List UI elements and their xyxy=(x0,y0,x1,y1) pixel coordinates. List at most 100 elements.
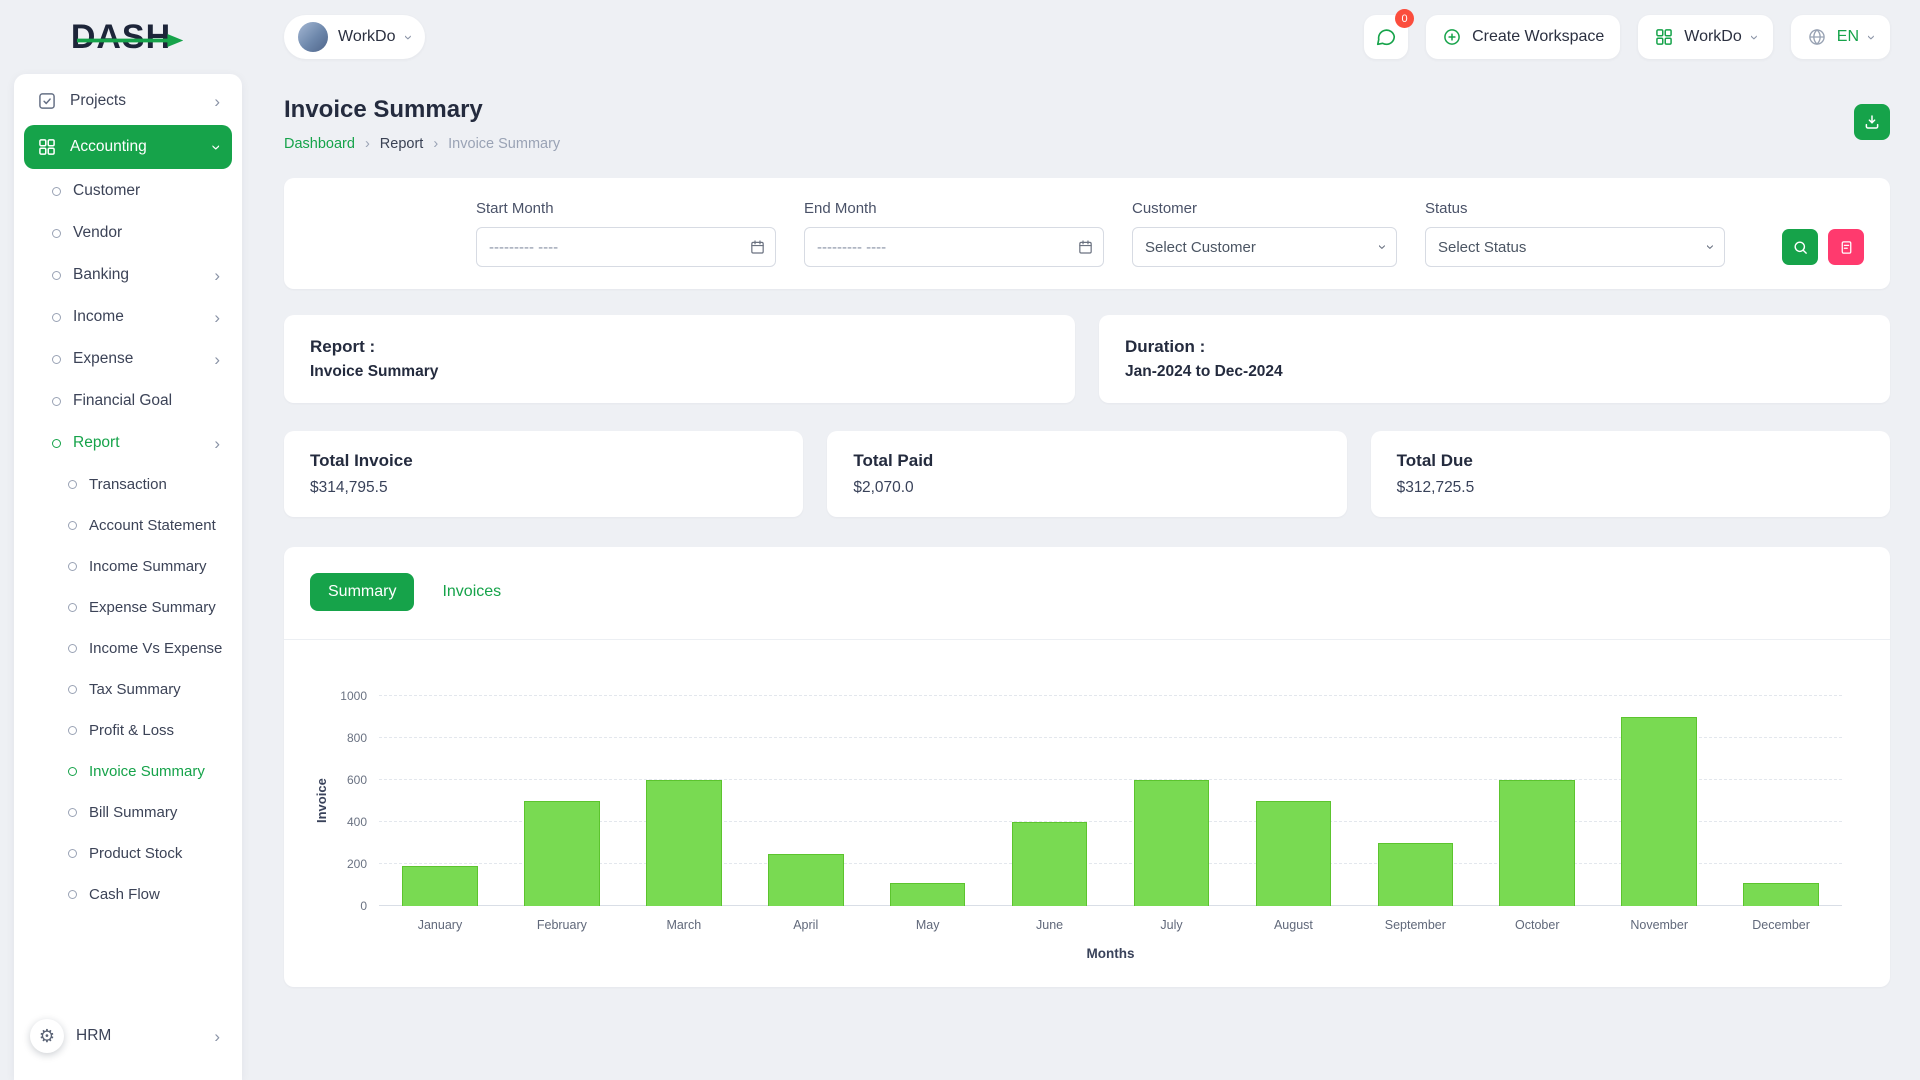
end-month-label: End Month xyxy=(804,200,1104,217)
bar-march[interactable] xyxy=(646,780,722,906)
language-button[interactable]: EN › xyxy=(1791,15,1890,59)
sidebar-item-income[interactable]: Income› xyxy=(24,297,232,337)
grid-icon xyxy=(36,136,58,158)
chevron-right-icon: › xyxy=(214,1028,220,1045)
sidebar-item-income-summary[interactable]: Income Summary xyxy=(24,547,232,586)
sidebar-item-expense[interactable]: Expense› xyxy=(24,339,232,379)
bullet-icon xyxy=(68,521,77,530)
sidebar-item-hrm[interactable]: ⚙HRM› xyxy=(24,1008,232,1064)
bar-june[interactable] xyxy=(1012,822,1088,906)
sidebar-item-account-statement[interactable]: Account Statement xyxy=(24,506,232,545)
sidebar-item-customer[interactable]: Customer xyxy=(24,171,232,211)
sidebar-item-projects[interactable]: Projects› xyxy=(24,79,232,123)
status-select[interactable]: Select Status xyxy=(1425,227,1725,267)
workspace-menu-button[interactable]: WorkDo › xyxy=(1638,15,1773,59)
sidebar-item-banking[interactable]: Banking› xyxy=(24,255,232,295)
sidebar-item-income-vs-expense[interactable]: Income Vs Expense xyxy=(24,629,232,668)
sidebar-item-transaction[interactable]: Transaction xyxy=(24,465,232,504)
sidebar-item-label: Income xyxy=(73,308,124,326)
workspace-selector[interactable]: WorkDo › xyxy=(284,15,425,59)
sidebar-item-profit-loss[interactable]: Profit & Loss xyxy=(24,711,232,750)
download-button[interactable] xyxy=(1854,104,1890,140)
bar-july[interactable] xyxy=(1134,780,1210,906)
search-button[interactable] xyxy=(1782,229,1818,265)
start-month-label: Start Month xyxy=(476,200,776,217)
customer-select[interactable]: Select Customer xyxy=(1132,227,1397,267)
globe-icon xyxy=(1807,27,1827,47)
sidebar-item-cash-flow[interactable]: Cash Flow xyxy=(24,875,232,914)
breadcrumb-item-report[interactable]: Report xyxy=(380,136,424,152)
end-month-field: End Month xyxy=(804,200,1104,267)
sidebar-item-label: Invoice Summary xyxy=(89,763,205,780)
bar-august[interactable] xyxy=(1256,801,1332,906)
sidebar-item-label: Report xyxy=(73,434,120,452)
bar-september[interactable] xyxy=(1378,843,1454,906)
sidebar-item-financial-goal[interactable]: Financial Goal xyxy=(24,381,232,421)
bar-december[interactable] xyxy=(1743,883,1819,906)
chevron-down-icon: › xyxy=(401,35,416,40)
bullet-icon xyxy=(52,313,61,322)
sidebar-item-product-stock[interactable]: Product Stock xyxy=(24,834,232,873)
sidebar-item-expense-summary[interactable]: Expense Summary xyxy=(24,588,232,627)
x-axis-label: May xyxy=(867,918,989,932)
app-logo-text: DASH xyxy=(71,18,171,56)
bullet-icon xyxy=(52,229,61,238)
sidebar-item-label: Bill Summary xyxy=(89,804,177,821)
chevron-right-icon: › xyxy=(214,435,220,452)
sidebar-item-report[interactable]: Report › xyxy=(24,423,232,463)
create-workspace-label: Create Workspace xyxy=(1472,28,1604,46)
bar-slot xyxy=(989,696,1111,906)
main-content: WorkDo › 0 Create Workspace WorkDo › EN … xyxy=(242,0,1920,987)
sidebar-item-tax-summary[interactable]: Tax Summary xyxy=(24,670,232,709)
total-card-total-invoice: Total Invoice$314,795.5 xyxy=(284,431,803,517)
total-card-value: $312,725.5 xyxy=(1397,479,1864,497)
sidebar-item-invoice-summary[interactable]: Invoice Summary xyxy=(24,752,232,791)
total-card-total-due: Total Due$312,725.5 xyxy=(1371,431,1890,517)
filter-actions xyxy=(1782,229,1864,265)
reset-button[interactable] xyxy=(1828,229,1864,265)
create-workspace-button[interactable]: Create Workspace xyxy=(1426,15,1620,59)
bar-april[interactable] xyxy=(768,854,844,907)
sidebar-item-label: Accounting xyxy=(70,138,147,156)
bullet-icon xyxy=(68,849,77,858)
end-month-input[interactable] xyxy=(804,227,1104,267)
page-head: Invoice Summary Dashboard›Report›Invoice… xyxy=(284,96,1890,152)
bullet-icon xyxy=(52,355,61,364)
bar-october[interactable] xyxy=(1499,780,1575,906)
sidebar-item-bill-summary[interactable]: Bill Summary xyxy=(24,793,232,832)
bullet-icon xyxy=(68,767,77,776)
bar-slot xyxy=(1111,696,1233,906)
bar-january[interactable] xyxy=(402,866,478,906)
bar-slot xyxy=(501,696,623,906)
workspace-avatar xyxy=(298,22,328,52)
app-logo[interactable]: DASH xyxy=(0,0,242,74)
bar-slot xyxy=(1476,696,1598,906)
page-title: Invoice Summary xyxy=(284,96,560,124)
tab-invoices[interactable]: Invoices xyxy=(424,573,519,611)
bar-may[interactable] xyxy=(890,883,966,906)
breadcrumb-item-dashboard[interactable]: Dashboard xyxy=(284,136,355,152)
breadcrumb-separator-icon: › xyxy=(433,136,438,152)
chart-card: SummaryInvoices Invoice 0200400600800100… xyxy=(284,547,1890,987)
total-card-label: Total Paid xyxy=(853,451,1320,471)
bullet-icon xyxy=(68,644,77,653)
grid-icon xyxy=(1654,27,1674,47)
sidebar-item-accounting[interactable]: Accounting› xyxy=(24,125,232,169)
start-month-input[interactable] xyxy=(476,227,776,267)
bar-slot xyxy=(1354,696,1476,906)
workspace-menu-label: WorkDo xyxy=(1684,28,1742,46)
language-label: EN xyxy=(1837,28,1859,46)
tab-summary[interactable]: Summary xyxy=(310,573,414,611)
sidebar-item-label: Financial Goal xyxy=(73,392,172,410)
sidebar-item-vendor[interactable]: Vendor xyxy=(24,213,232,253)
x-axis-label: April xyxy=(745,918,867,932)
bar-november[interactable] xyxy=(1621,717,1697,906)
bullet-icon xyxy=(52,439,61,448)
page-title-block: Invoice Summary Dashboard›Report›Invoice… xyxy=(284,96,560,152)
bullet-icon xyxy=(68,890,77,899)
bar-february[interactable] xyxy=(524,801,600,906)
total-card-total-paid: Total Paid$2,070.0 xyxy=(827,431,1346,517)
sidebar-item-label: Cash Flow xyxy=(89,886,160,903)
messages-button[interactable]: 0 xyxy=(1364,15,1408,59)
y-axis-tick: 400 xyxy=(347,815,367,829)
